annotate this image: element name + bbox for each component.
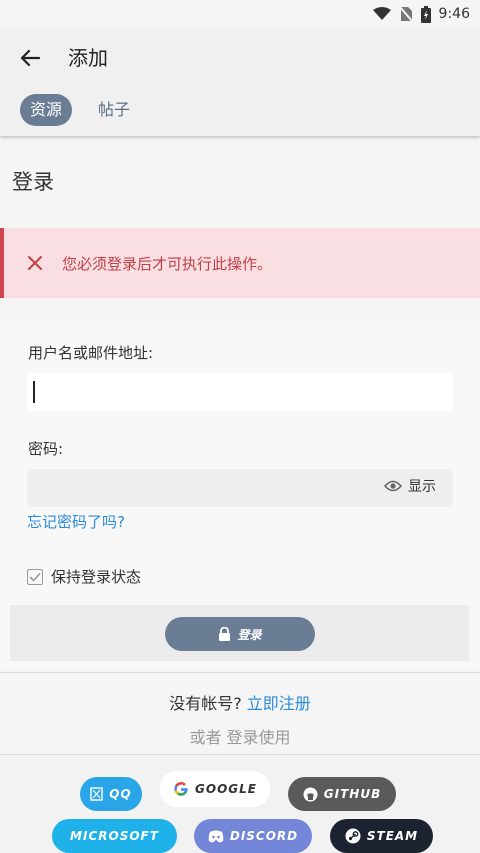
eye-icon xyxy=(384,480,402,492)
steam-icon xyxy=(345,828,361,844)
tab-resources[interactable]: 资源 xyxy=(20,94,73,126)
steam-login-button[interactable]: STEAM xyxy=(330,819,433,853)
username-label: 用户名或邮件地址: xyxy=(28,344,154,362)
status-bar: 9:46 xyxy=(0,0,480,28)
back-button[interactable] xyxy=(14,42,46,74)
lock-icon xyxy=(219,627,231,641)
username-input[interactable] xyxy=(27,373,453,411)
remember-me-label: 保持登录状态 xyxy=(51,568,142,586)
qq-icon xyxy=(90,787,103,801)
alt-label: 登录使用 xyxy=(226,728,291,747)
error-message: 您必须登录后才可执行此操作。 xyxy=(62,254,273,273)
checkbox-icon xyxy=(27,568,43,585)
discord-login-button[interactable]: DISCORD xyxy=(194,819,312,853)
steam-label: STEAM xyxy=(366,829,419,843)
google-icon xyxy=(174,782,188,796)
github-icon xyxy=(303,787,318,801)
github-login-button[interactable]: GITHUB xyxy=(288,777,396,811)
login-heading: 登录 xyxy=(12,170,54,194)
github-label: GITHUB xyxy=(323,787,382,801)
discord-label: DISCORD xyxy=(229,829,299,843)
google-login-button[interactable]: GOOGLE xyxy=(160,771,270,807)
app-bar: 添加 资源 帖子 xyxy=(0,28,480,136)
page-title: 添加 xyxy=(68,46,108,70)
login-button-label: 登录 xyxy=(237,627,262,642)
qq-label: QQ xyxy=(109,787,132,801)
signup-prompt: 没有帐号? 立即注册 xyxy=(0,690,480,714)
forgot-password-link[interactable]: 忘记密码了吗? xyxy=(27,511,125,532)
discord-icon xyxy=(208,830,224,842)
error-alert: 您必须登录后才可执行此操作。 xyxy=(0,228,480,298)
wifi-icon xyxy=(372,7,391,20)
microsoft-label: MICROSOFT xyxy=(70,829,159,843)
no-account-text: 没有帐号? xyxy=(169,694,242,713)
text-caret xyxy=(33,381,35,403)
battery-icon xyxy=(420,5,431,23)
show-password-toggle[interactable]: 显示 xyxy=(384,476,436,496)
tab-posts[interactable]: 帖子 xyxy=(88,94,140,126)
google-label: GOOGLE xyxy=(195,782,257,796)
status-time: 9:46 xyxy=(438,6,470,22)
microsoft-login-button[interactable]: MICROSOFT xyxy=(52,819,177,853)
close-icon xyxy=(24,252,46,274)
no-sim-icon xyxy=(398,6,413,22)
arrow-back-icon xyxy=(20,49,40,67)
alt-prefix: 或者 xyxy=(189,728,222,747)
password-label: 密码: xyxy=(28,440,64,458)
login-button[interactable]: 登录 xyxy=(165,617,315,651)
alt-login-text: 或者 登录使用 xyxy=(0,724,480,748)
submit-area: 登录 xyxy=(10,605,469,661)
remember-me-checkbox[interactable]: 保持登录状态 xyxy=(27,566,141,587)
divider xyxy=(0,672,480,673)
show-password-label: 显示 xyxy=(408,479,436,495)
qq-login-button[interactable]: QQ xyxy=(80,777,142,811)
tab-bar: 资源 帖子 xyxy=(20,94,140,126)
social-login-area: QQ GOOGLE GITHUB MICROSOFT DISCORD STEAM xyxy=(0,755,480,853)
register-link[interactable]: 立即注册 xyxy=(247,694,311,713)
